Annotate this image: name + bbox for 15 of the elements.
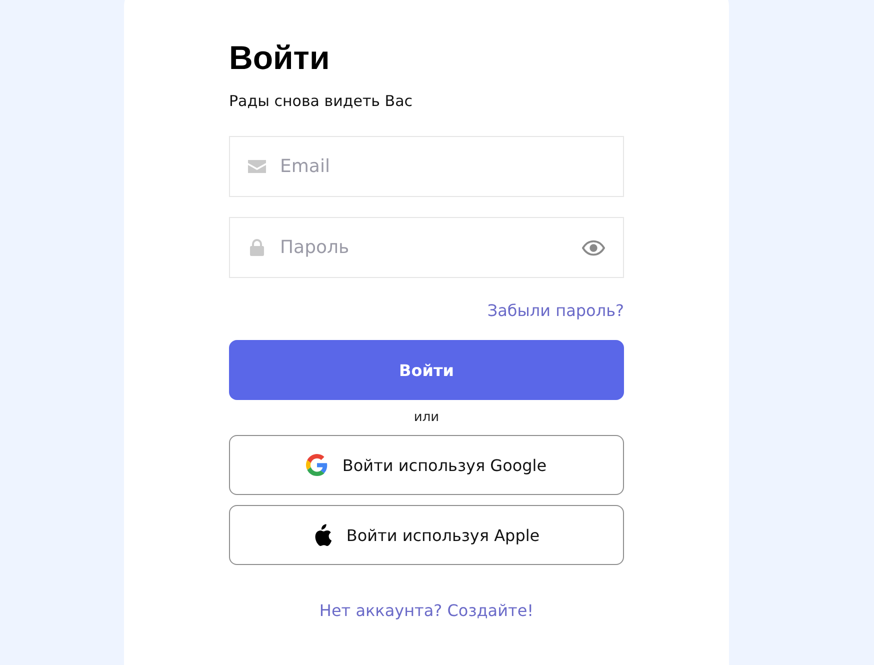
forgot-password-link[interactable]: Забыли пароль? <box>487 301 624 320</box>
apple-icon <box>313 524 332 546</box>
eye-icon[interactable] <box>582 240 605 256</box>
divider-text: или <box>414 410 440 425</box>
signup-link[interactable]: Нет аккаунта? Создайте! <box>319 601 534 620</box>
email-field[interactable]: Email <box>229 136 624 197</box>
subtitle: Рады снова видеть Вас <box>229 92 414 110</box>
apple-login-button[interactable]: Войти используя Apple <box>229 505 624 565</box>
google-g-icon <box>306 454 328 476</box>
page-title: Войти <box>229 40 331 76</box>
google-login-button[interactable]: Войти используя Google <box>229 435 624 495</box>
envelope-icon <box>248 160 266 173</box>
password-field[interactable]: Пароль <box>229 217 624 278</box>
lock-icon <box>250 239 264 256</box>
login-button[interactable]: Войти <box>229 340 624 400</box>
